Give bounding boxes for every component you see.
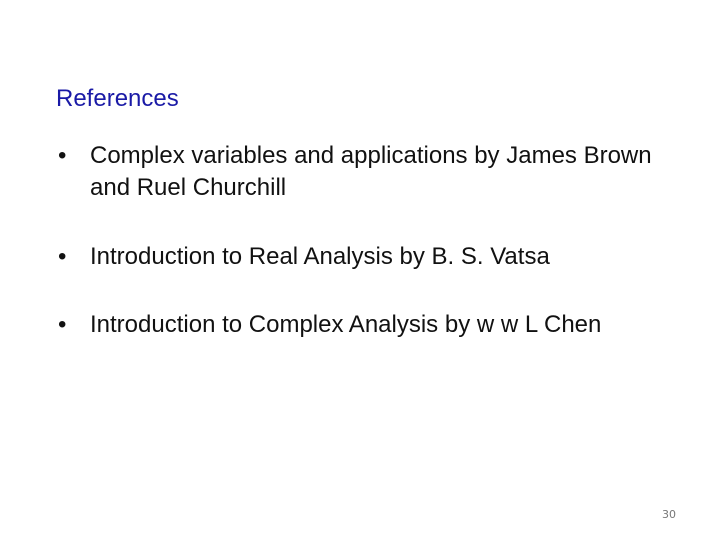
reference-item: • Complex variables and applications by … — [58, 140, 698, 204]
bullet-icon: • — [58, 243, 67, 270]
page-number: 30 — [662, 508, 676, 521]
references-list: • Complex variables and applications by … — [58, 140, 698, 338]
reference-text: Introduction to Real Analysis by B. S. V… — [90, 243, 550, 270]
bullet-icon: • — [58, 311, 67, 338]
bullet-icon: • — [58, 142, 67, 169]
reference-item: • Introduction to Complex Analysis by w … — [58, 309, 698, 341]
reference-text: Complex variables and applications by Ja… — [90, 142, 652, 201]
reference-text: Introduction to Complex Analysis by w w … — [90, 311, 602, 338]
slide-title: References — [56, 85, 179, 112]
reference-item: • Introduction to Real Analysis by B. S.… — [58, 241, 550, 273]
